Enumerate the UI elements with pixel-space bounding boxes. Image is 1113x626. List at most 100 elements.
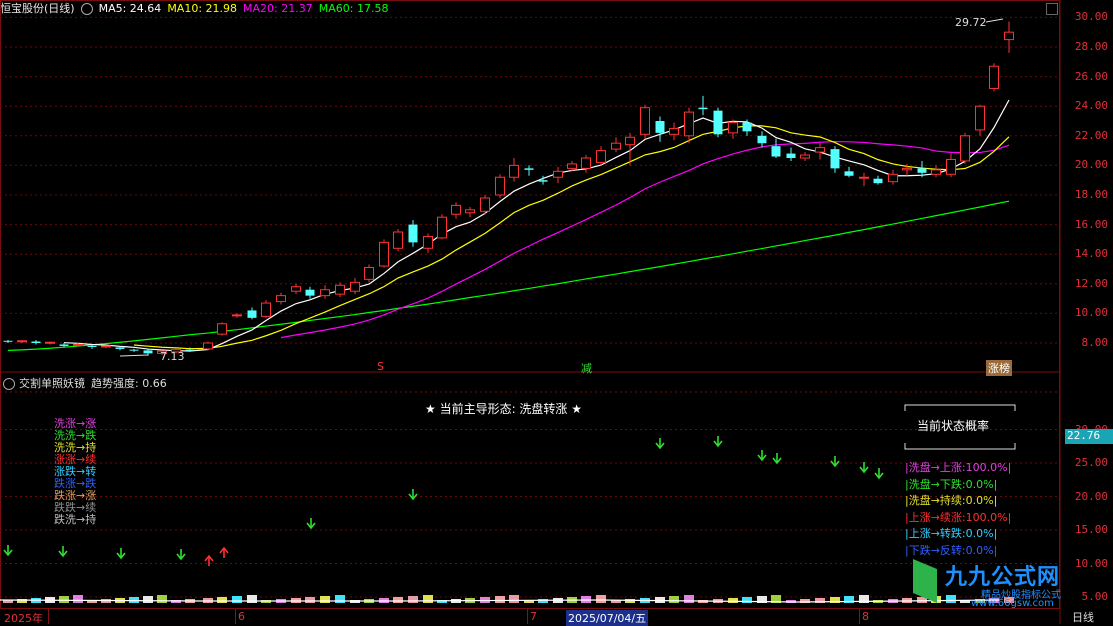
main-axis-tick: 28.00 [1074,40,1108,53]
main-axis-tick: 20.00 [1074,158,1108,172]
candle-body-up [625,136,635,146]
candle-body-down [247,310,257,318]
prob-item: |洗盘→下跌:0.0%| [905,477,998,491]
candle-body-down [524,168,534,170]
candle-body-up [393,231,403,249]
date-june: 6 [238,610,245,623]
candle-body-up [17,340,27,343]
main-axis-tick: 16.00 [1074,217,1108,231]
sub-header: 交割单照妖镜 趋势强度: 0.66 [0,375,167,391]
chart-frame [0,0,1060,609]
candle-body-up [640,107,650,135]
candle-body-down [185,349,195,351]
legend-item: 跌洗→持 [54,513,97,526]
candle-body-up [335,284,345,295]
candle-body-down [408,224,418,243]
candle-body-down [786,153,796,158]
candle-body-up [1004,31,1014,41]
sub-bar [393,597,403,603]
candle-body-up [364,267,374,280]
sub-bar [596,595,606,603]
sub-bar [625,599,635,603]
ma20-line [280,140,1010,339]
candle-body-down [771,146,781,157]
candle-body-up [379,241,389,267]
trend-strength: 趋势强度: 0.66 [91,377,167,390]
candle-body-down [655,121,665,133]
main-axis-tick: 22.00 [1074,128,1108,142]
sub-bar [728,598,738,603]
candle-body-down [698,107,708,110]
candle-body-down [59,344,69,346]
sub-bar [495,596,505,603]
prob-item: |上涨→续涨:100.0%| [905,510,1012,524]
sub-bar [320,596,330,603]
candle-body-up [509,164,519,178]
main-axis-tick: 8.00 [1081,336,1109,349]
candle-body-up [669,127,679,135]
candle-body-up [960,135,970,162]
sub-bar [59,596,69,603]
candle-body-up [465,209,475,214]
candle-body-up [101,345,111,348]
candle-body-up [567,163,577,169]
sub-bar [247,595,257,603]
candle-body-up [203,342,213,350]
candle-body-down [742,122,752,132]
signal-jian: 减 [581,362,592,375]
candle-body-down [538,180,548,182]
candle-body-up [261,302,271,317]
watermark-url: www.66gsw.com [971,598,1054,609]
prob-item: |下跌→反转:0.0%| [905,543,998,557]
candle-body-up [232,314,242,317]
main-axis-tick: 24.00 [1074,99,1108,113]
sub-bar [335,595,345,603]
sub-bar [217,597,227,603]
candle-body-up [888,173,898,183]
candle-body-down [830,149,840,169]
candle-body-down [115,347,125,349]
date-aug: 8 [862,610,869,623]
candle-body-down [757,135,767,144]
sub-axis-tick: 15.00 [1074,523,1108,536]
sub-axis-tick: 20.00 [1074,489,1108,503]
candle-body-down [87,345,97,347]
candle-body-up [684,111,694,137]
sub-bar [538,599,548,603]
candle-body-up [800,154,810,159]
candle-body-up [902,167,912,171]
sub-bar [305,597,315,603]
candle-body-down [143,350,153,354]
sub-bars [0,595,1014,603]
candle-body-up [495,176,505,196]
candle-body-up [859,176,869,179]
candle-body-up [276,295,286,303]
signal-arrows [3,436,884,566]
candle-body-down [873,178,883,184]
candle-body-down [3,340,13,342]
sub-bar [232,596,242,603]
indicator-title[interactable]: 交割单照妖镜 [19,375,85,391]
candle-body-down [31,341,41,343]
prob-item: |上涨→转跌:0.0%| [905,527,998,540]
period-label[interactable]: 日线 [1072,609,1094,625]
main-axis-tick: 30.00 [1074,10,1108,24]
high-pointer [985,18,1004,23]
low-pointer [119,354,149,357]
main-axis-tick: 18.00 [1074,188,1108,201]
candle-body-up [45,341,55,344]
candle-body-up [291,286,301,292]
sub-bar [129,597,139,603]
main-axis-tick: 10.00 [1074,306,1108,320]
ma60-line [7,200,1010,351]
sub-bar [73,595,83,603]
candle-body-down [305,289,315,296]
signal-zhangbang: 涨榜 [986,360,1012,376]
sub-bar [669,596,679,603]
candles [3,21,1014,356]
candle-body-up [553,170,563,178]
candle-body-up [480,197,490,212]
candle-body-up [596,150,606,163]
gear-icon[interactable] [3,378,15,390]
prob-title: 当前状态概率 [917,419,990,433]
